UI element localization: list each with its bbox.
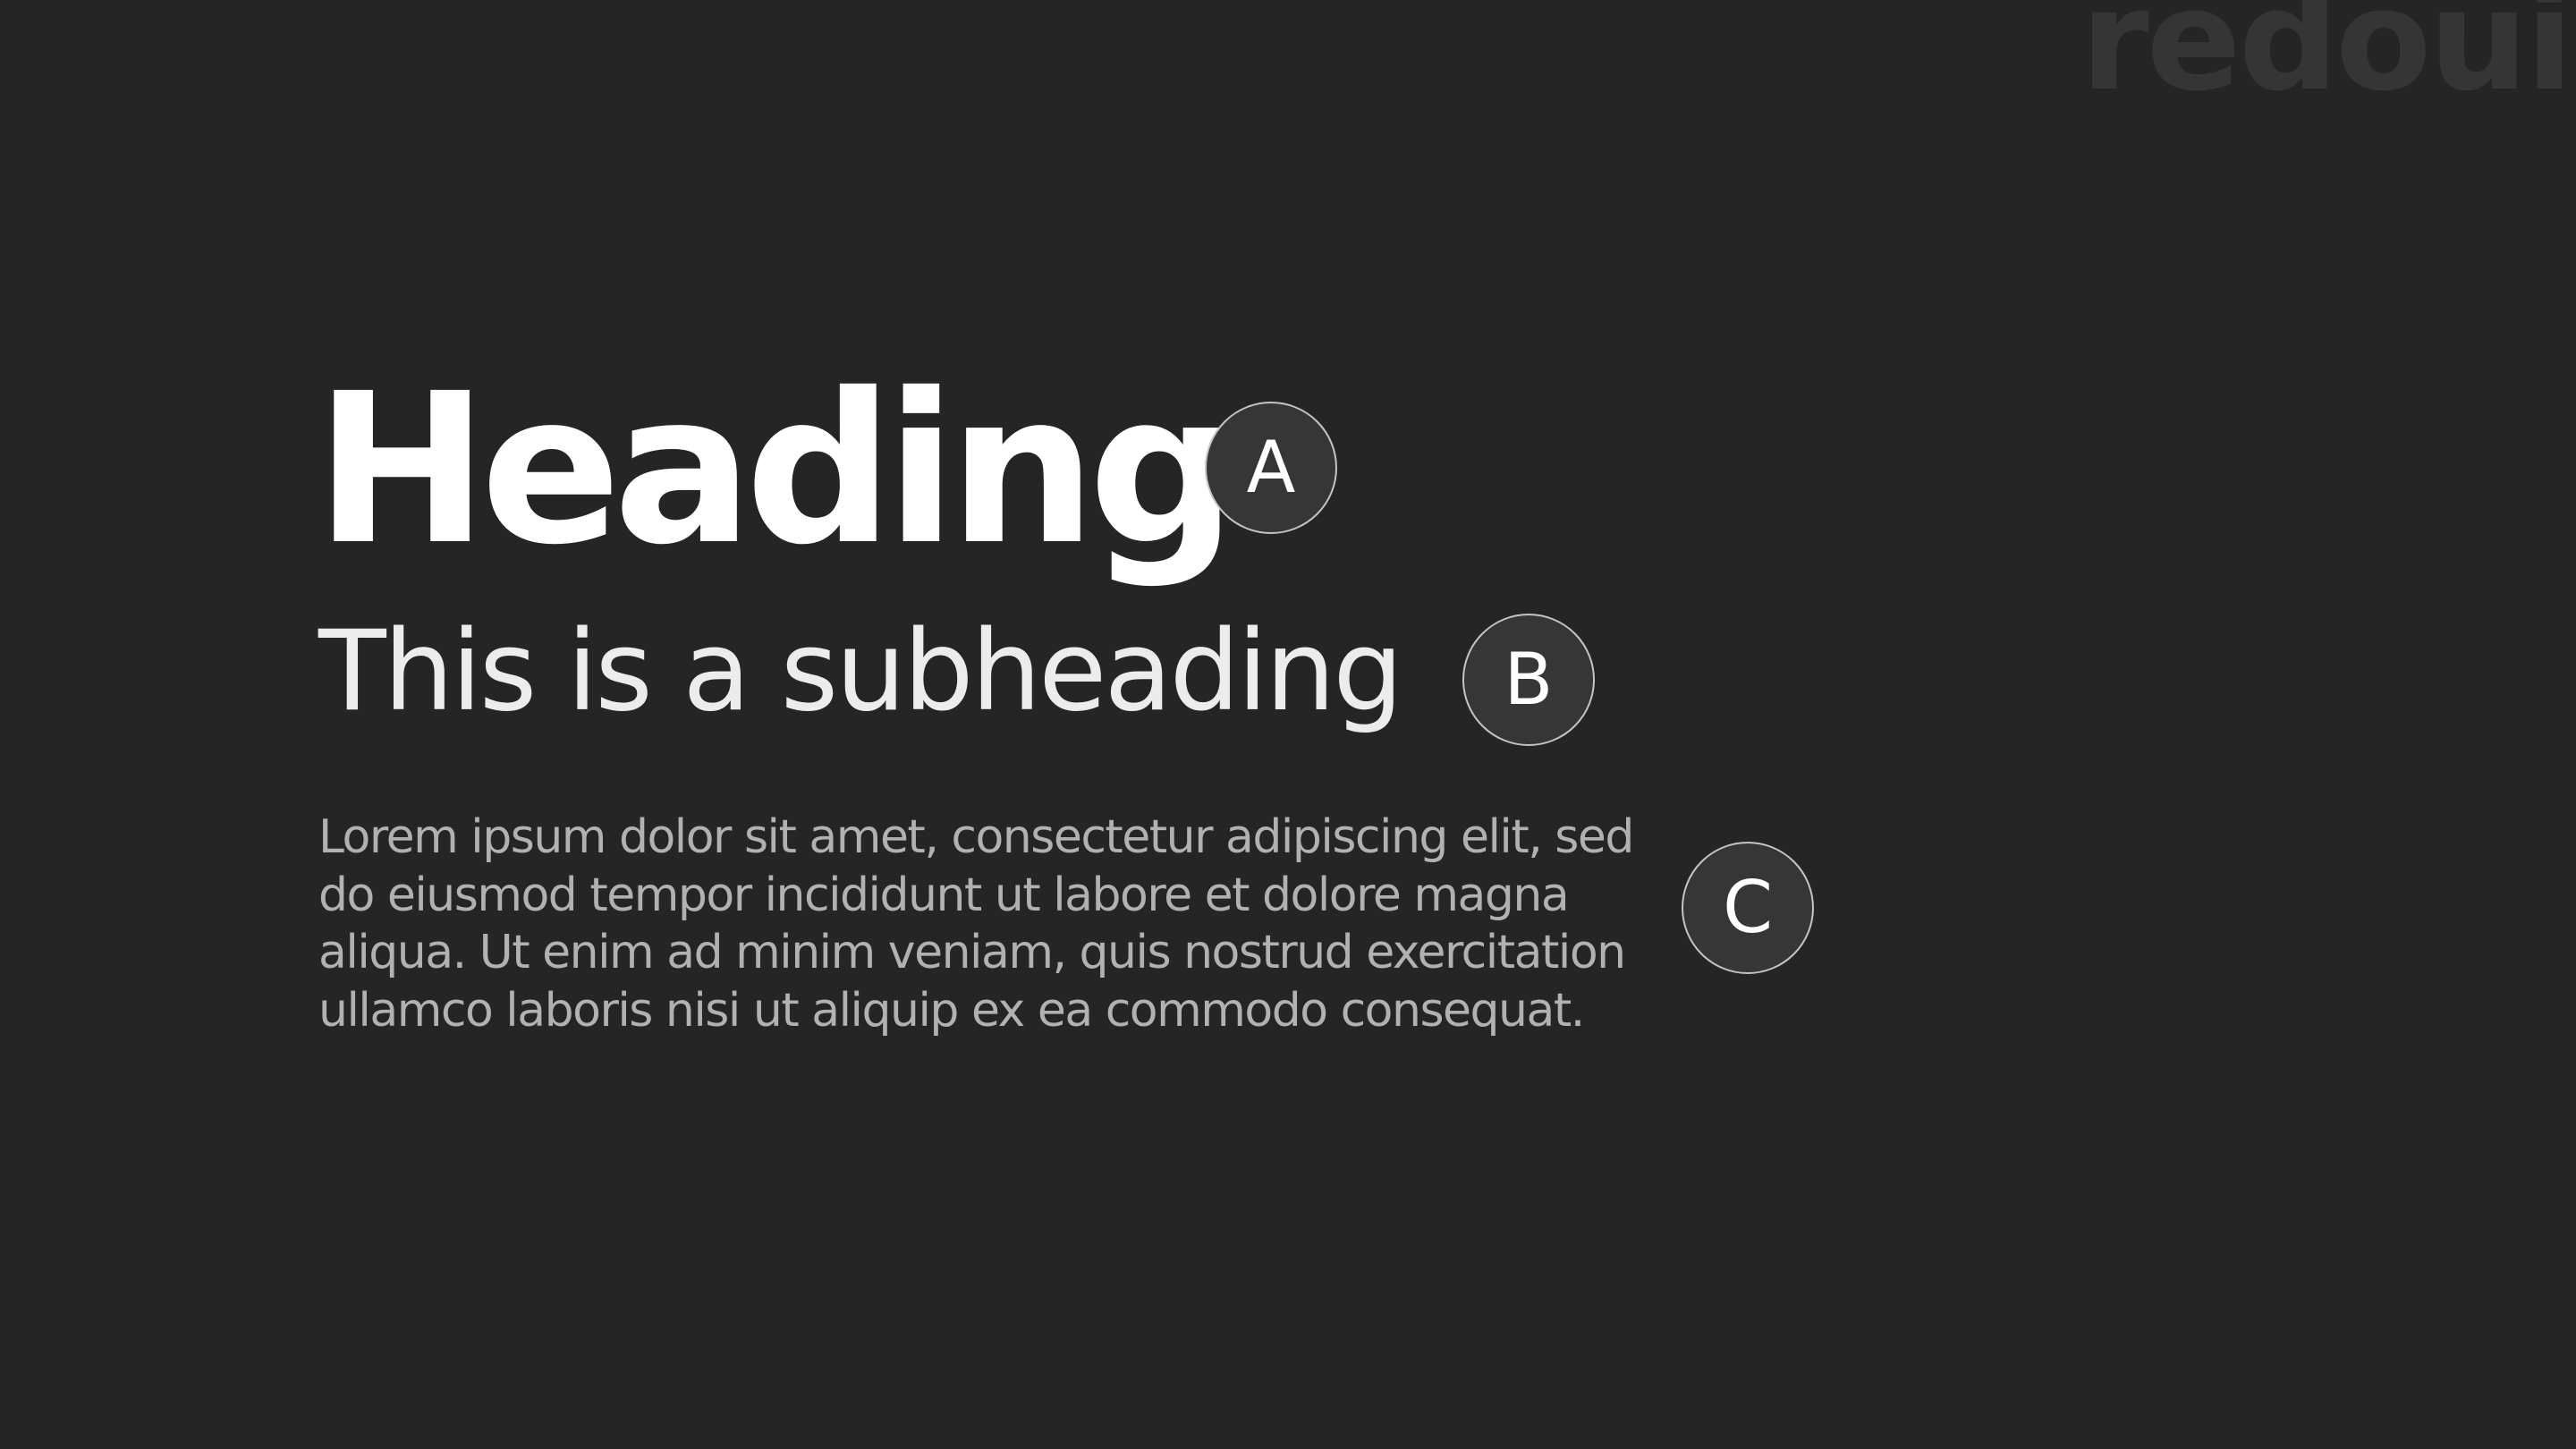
body-paragraph: Lorem ipsum dolor sit amet, consectetur …	[318, 810, 1634, 1038]
marker-badge-c: C	[1682, 842, 1814, 974]
marker-badge-a: A	[1205, 402, 1337, 534]
marker-badge-b: B	[1462, 614, 1595, 746]
heading-text: Heading	[315, 349, 1237, 590]
subheading-text: This is a subheading	[318, 607, 1403, 736]
brand-logo: redoui	[2080, 0, 2573, 122]
slide-canvas: redoui Heading A This is a subheading B …	[0, 0, 2576, 1449]
